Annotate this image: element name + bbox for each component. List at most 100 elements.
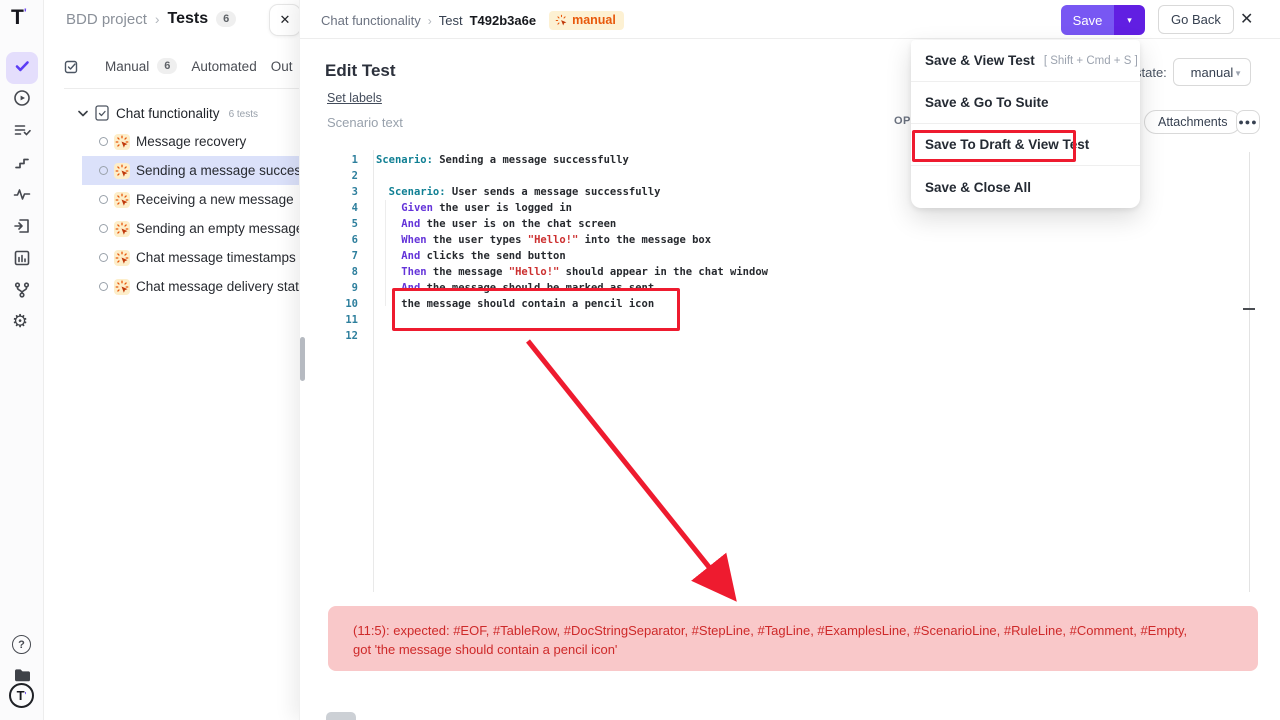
- test-tree-item[interactable]: Message recovery: [0, 127, 299, 156]
- steps-icon[interactable]: [13, 153, 31, 171]
- menu-item[interactable]: Save & Close All: [911, 166, 1140, 208]
- test-title: Receiving a new message: [136, 192, 294, 207]
- test-status-circle-icon[interactable]: [99, 137, 108, 146]
- page-title: Edit Test: [325, 61, 396, 81]
- test-status-circle-icon[interactable]: [99, 166, 108, 175]
- analytics-chart-icon[interactable]: [13, 249, 31, 267]
- test-title: Chat message delivery stat: [136, 279, 299, 294]
- save-options-caret-button[interactable]: ▾: [1114, 5, 1145, 35]
- branch-icon[interactable]: [13, 281, 31, 299]
- tests-tab-bar: Manual 6 Automated Out: [64, 50, 292, 82]
- menu-item[interactable]: Save & Go To Suite: [911, 82, 1140, 124]
- editor-close-icon[interactable]: ✕: [1240, 9, 1253, 29]
- attachments-button[interactable]: Attachments: [1144, 110, 1241, 134]
- runs-play-icon[interactable]: [13, 89, 31, 107]
- user-avatar[interactable]: T': [9, 683, 34, 708]
- line-number: 1: [331, 152, 358, 168]
- scenario-text-label: Scenario text: [327, 115, 403, 130]
- line-number: 2: [331, 168, 358, 184]
- code-line[interactable]: When the user types "Hello!" into the me…: [376, 232, 711, 248]
- manual-test-icon: [114, 163, 130, 179]
- manual-test-icon: [114, 250, 130, 266]
- chevron-down-icon: ▾: [1127, 15, 1132, 25]
- code-line[interactable]: And the user is on the chat screen: [376, 216, 616, 232]
- menu-item[interactable]: Save & View Test [ Shift + Cmd + S ]: [911, 40, 1140, 82]
- code-line[interactable]: Then the message "Hello!" should appear …: [376, 264, 768, 280]
- manual-test-icon: [114, 279, 130, 295]
- help-icon[interactable]: ?: [12, 635, 31, 654]
- open-editor-label[interactable]: OP: [894, 115, 911, 127]
- suite-name[interactable]: Chat functionality: [116, 106, 220, 121]
- error-line-1: (11:5): expected: #EOF, #TableRow, #DocS…: [353, 621, 1233, 640]
- import-login-icon[interactable]: [13, 217, 31, 235]
- test-tree-item[interactable]: Sending an empty message: [0, 214, 299, 243]
- gherkin-parse-error: (11:5): expected: #EOF, #TableRow, #DocS…: [328, 606, 1258, 671]
- test-status-circle-icon[interactable]: [99, 224, 108, 233]
- close-icon: ✕: [280, 12, 291, 28]
- more-options-button[interactable]: ●●●: [1236, 110, 1260, 134]
- test-id: T492b3a6e: [470, 13, 537, 28]
- manual-test-icon: [114, 221, 130, 237]
- pulse-icon[interactable]: [13, 185, 31, 203]
- code-line[interactable]: Scenario: Sending a message successfully: [376, 152, 629, 168]
- test-status-circle-icon[interactable]: [99, 282, 108, 291]
- set-labels-link[interactable]: Set labels: [327, 91, 382, 105]
- line-number: 12: [331, 328, 358, 344]
- code-line[interactable]: Scenario: User sends a message successfu…: [376, 184, 661, 200]
- annotation-arrow: [501, 330, 761, 610]
- code-line[interactable]: Given the user is logged in: [376, 200, 572, 216]
- suite-tree-item[interactable]: Chat functionality 6 tests: [78, 102, 258, 124]
- test-status-circle-icon[interactable]: [99, 253, 108, 262]
- breadcrumb-test-word: Test: [439, 13, 463, 28]
- editor-resize-handle[interactable]: [1243, 308, 1255, 310]
- code-line[interactable]: And clicks the send button: [376, 248, 566, 264]
- test-plans-list-check-icon[interactable]: [13, 121, 31, 139]
- annotation-rect-menu-item: [912, 130, 1076, 162]
- state-select[interactable]: manual ▼: [1173, 58, 1251, 86]
- chevron-down-icon[interactable]: [78, 110, 88, 117]
- line-number: 3: [331, 184, 358, 200]
- test-status-circle-icon[interactable]: [99, 195, 108, 204]
- line-number: 8: [331, 264, 358, 280]
- tab-automated[interactable]: Automated: [191, 59, 256, 74]
- line-number: 10: [331, 296, 358, 312]
- save-split-button: Save ▾: [1061, 5, 1145, 35]
- breadcrumb-project[interactable]: BDD project: [66, 11, 147, 28]
- save-button[interactable]: Save: [1061, 5, 1114, 35]
- panel-close-button[interactable]: ✕: [269, 4, 301, 36]
- test-title: Sending an empty message: [136, 221, 303, 236]
- save-options-menu: Save & View Test [ Shift + Cmd + S ] Sav…: [911, 40, 1140, 208]
- breadcrumb-tests[interactable]: Tests: [168, 10, 209, 28]
- checklist-icon[interactable]: [64, 59, 79, 74]
- test-tree-item[interactable]: Receiving a new message: [0, 185, 299, 214]
- folder-icon[interactable]: [13, 666, 31, 684]
- rail-item-tests[interactable]: [6, 52, 38, 84]
- test-tree: Message recovery Sending a message succe…: [0, 127, 299, 301]
- divider: [64, 88, 299, 89]
- tab-outdated[interactable]: Out: [271, 59, 293, 74]
- test-tree-item[interactable]: Sending a message succes: [82, 156, 299, 185]
- line-number: 4: [331, 200, 358, 216]
- annotation-rect-code-line: [392, 288, 680, 331]
- tab-manual[interactable]: Manual 6: [105, 58, 177, 74]
- go-back-button[interactable]: Go Back: [1158, 5, 1234, 34]
- tests-count-badge: 6: [216, 11, 236, 27]
- test-tree-item[interactable]: Chat message delivery stat: [0, 272, 299, 301]
- test-tree-item[interactable]: Chat message timestamps: [0, 243, 299, 272]
- app-logo[interactable]: T': [11, 6, 27, 30]
- manual-count-badge: 6: [157, 58, 177, 74]
- manual-test-icon: [114, 134, 130, 150]
- suite-test-count: 6 tests: [229, 109, 258, 120]
- settings-gear-icon[interactable]: ⚙: [12, 312, 28, 330]
- breadcrumb-separator: ›: [428, 14, 432, 28]
- bottom-partial-button[interactable]: [326, 712, 356, 720]
- line-number: 5: [331, 216, 358, 232]
- manual-state-badge: manual: [549, 11, 624, 30]
- left-panel-scrollbar[interactable]: [300, 337, 305, 381]
- test-title: Message recovery: [136, 134, 246, 149]
- breadcrumb-suite[interactable]: Chat functionality: [321, 13, 421, 28]
- select-arrow-icon: ▼: [1234, 69, 1242, 78]
- error-line-2: got 'the message should contain a pencil…: [353, 640, 1233, 659]
- editor-right-border: [1249, 152, 1250, 592]
- breadcrumb-separator: ›: [155, 11, 160, 27]
